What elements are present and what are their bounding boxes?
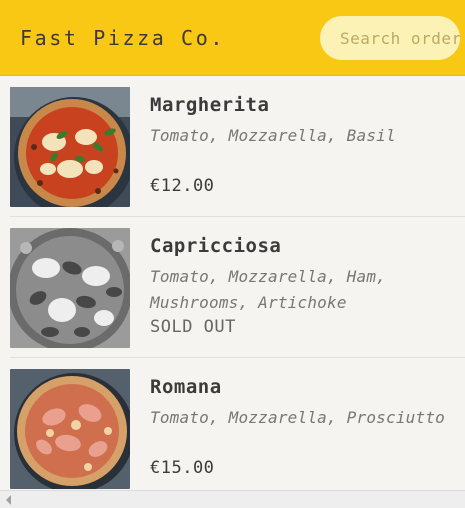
brand-logo-text[interactable]: Fast Pizza Co.	[20, 26, 225, 50]
item-price: €15.00	[150, 458, 215, 478]
item-name: Capricciosa	[150, 235, 282, 257]
menu-item-romana: Romana Tomato, Mozzarella, Prosciutto €1…	[10, 358, 465, 490]
capricciosa-image	[10, 228, 130, 348]
pizza-photo	[10, 87, 130, 207]
item-ingredients: Tomato, Mozzarella, Basil	[150, 126, 396, 145]
search-order-input[interactable]	[320, 16, 460, 60]
item-name: Romana	[150, 376, 222, 398]
romana-image	[10, 369, 130, 489]
item-price: €12.00	[150, 176, 215, 196]
horizontal-scrollbar[interactable]	[0, 490, 465, 508]
item-name: Margherita	[150, 94, 270, 116]
menu-item-capricciosa: Capricciosa Tomato, Mozzarella, Ham, Mus…	[10, 217, 465, 358]
pizza-photo	[10, 369, 130, 489]
margherita-image	[10, 87, 130, 207]
sold-out-label: SOLD OUT	[150, 317, 236, 337]
pizza-photo	[10, 228, 130, 348]
scroll-left-arrow-icon[interactable]	[6, 495, 11, 505]
top-bar: Fast Pizza Co.	[0, 0, 465, 76]
menu-item-margherita: Margherita Tomato, Mozzarella, Basil €12…	[10, 76, 465, 217]
item-ingredients: Tomato, Mozzarella, Prosciutto	[150, 408, 445, 427]
menu-list: Margherita Tomato, Mozzarella, Basil €12…	[0, 76, 465, 490]
item-ingredients: Tomato, Mozzarella, Ham, Mushrooms, Arti…	[150, 267, 386, 312]
